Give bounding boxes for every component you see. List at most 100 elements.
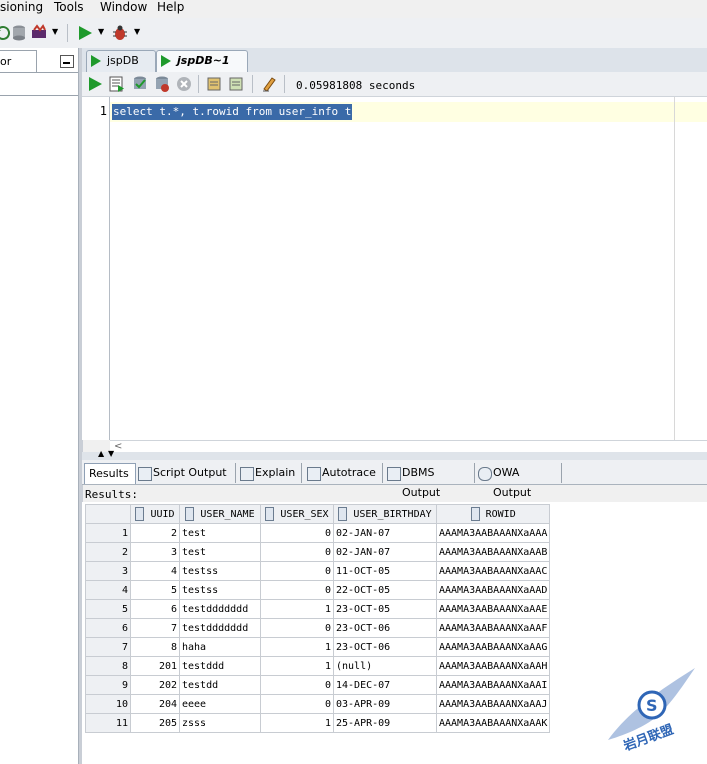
- chevron-down-icon[interactable]: ▼: [52, 27, 58, 36]
- cell-user-birthday[interactable]: 23-OCT-05: [333, 599, 437, 619]
- menu-versioning[interactable]: sioning: [0, 0, 43, 15]
- cell-rowid[interactable]: AAAMA3AABAAANXaAAC: [435, 561, 551, 581]
- cell-user-birthday[interactable]: (null): [333, 656, 437, 676]
- collapse-up-icon[interactable]: ▲: [98, 449, 104, 458]
- cell-user-name[interactable]: haha: [179, 637, 261, 657]
- commit-icon[interactable]: [131, 75, 149, 93]
- tab-script-output[interactable]: Script Output: [135, 463, 236, 483]
- table-row[interactable]: 11 205 zsss 1 25-APR-09 AAAMA3AABAAANXaAAK: [85, 713, 551, 733]
- table-row[interactable]: 9 202 testdd 0 14-DEC-07 AAAMA3AABAAANXaAAI: [85, 675, 551, 695]
- table-row[interactable]: 7 8 haha 1 23-OCT-06 AAAMA3AABAAANXaAAG: [85, 637, 551, 657]
- cancel-icon[interactable]: [175, 75, 193, 93]
- cell-rowid[interactable]: AAAMA3AABAAANXaAAG: [435, 637, 551, 657]
- cell-user-birthday[interactable]: 03-APR-09: [333, 694, 437, 714]
- collapse-down-icon[interactable]: ▼: [108, 449, 114, 458]
- run-statement-icon[interactable]: [86, 75, 104, 93]
- cell-user-name[interactable]: test: [179, 542, 261, 562]
- cell-uuid[interactable]: 204: [130, 694, 180, 714]
- table-row[interactable]: 8 201 testddd 1 (null) AAAMA3AABAAANXaAAH: [85, 656, 551, 676]
- scroll-left-icon[interactable]: <: [114, 441, 122, 452]
- cell-user-birthday[interactable]: 22-OCT-05: [333, 580, 437, 600]
- cell-user-birthday[interactable]: 14-DEC-07: [333, 675, 437, 695]
- left-panel-tab[interactable]: or: [0, 50, 37, 73]
- column-header[interactable]: ROWID: [435, 504, 551, 524]
- cell-uuid[interactable]: 4: [130, 561, 180, 581]
- tab-autotrace[interactable]: Autotrace: [304, 463, 383, 483]
- cell-uuid[interactable]: 5: [130, 580, 180, 600]
- cell-uuid[interactable]: 205: [130, 713, 180, 733]
- tab-jspdb[interactable]: jspDB: [86, 50, 156, 72]
- table-row[interactable]: 2 3 test 0 02-JAN-07 AAAMA3AABAAANXaAAB: [85, 542, 551, 562]
- cell-user-birthday[interactable]: 11-OCT-05: [333, 561, 437, 581]
- cell-user-sex[interactable]: 0: [260, 523, 334, 543]
- explain-plan-icon[interactable]: [228, 75, 246, 93]
- cell-user-name[interactable]: testddddddd: [179, 599, 261, 619]
- debug-bug-icon[interactable]: [111, 24, 129, 42]
- table-row[interactable]: 6 7 testddddddd 0 23-OCT-06 AAAMA3AABAAANXaAA…: [85, 618, 551, 638]
- column-header[interactable]: USER_BIRTHDAY: [333, 504, 437, 524]
- cell-uuid[interactable]: 2: [130, 523, 180, 543]
- run-icon[interactable]: [76, 24, 94, 42]
- tab-jspdb-1[interactable]: jspDB~1: [156, 50, 248, 72]
- run-script-icon[interactable]: [108, 75, 126, 93]
- tab-explain[interactable]: Explain: [237, 463, 302, 483]
- tools-icon[interactable]: [30, 24, 48, 42]
- cell-user-sex[interactable]: 1: [260, 713, 334, 733]
- cell-uuid[interactable]: 8: [130, 637, 180, 657]
- cell-rowid[interactable]: AAAMA3AABAAANXaAAD: [435, 580, 551, 600]
- cell-rowid[interactable]: AAAMA3AABAAANXaAAE: [435, 599, 551, 619]
- chevron-down-icon[interactable]: ▼: [134, 27, 140, 36]
- cell-user-sex[interactable]: 1: [260, 637, 334, 657]
- tab-owa-output[interactable]: OWA Output: [475, 463, 562, 499]
- cell-user-name[interactable]: test: [179, 523, 261, 543]
- cell-user-birthday[interactable]: 02-JAN-07: [333, 542, 437, 562]
- cell-rowid[interactable]: AAAMA3AABAAANXaAAF: [435, 618, 551, 638]
- table-row[interactable]: 10 204 eeee 0 03-APR-09 AAAMA3AABAAANXaAAJ: [85, 694, 551, 714]
- column-header[interactable]: UUID: [130, 504, 180, 524]
- cell-user-birthday[interactable]: 23-OCT-06: [333, 618, 437, 638]
- cell-rowid[interactable]: AAAMA3AABAAANXaAAB: [435, 542, 551, 562]
- cell-user-name[interactable]: testss: [179, 580, 261, 600]
- sql-editor[interactable]: [82, 97, 707, 440]
- cell-user-name[interactable]: testddddddd: [179, 618, 261, 638]
- database-icon[interactable]: [10, 24, 28, 42]
- cell-uuid[interactable]: 202: [130, 675, 180, 695]
- cell-user-sex[interactable]: 0: [260, 618, 334, 638]
- cell-user-sex[interactable]: 0: [260, 694, 334, 714]
- table-row[interactable]: 1 2 test 0 02-JAN-07 AAAMA3AABAAANXaAAA: [85, 523, 551, 543]
- autotrace-icon[interactable]: [206, 75, 224, 93]
- cell-rowid[interactable]: AAAMA3AABAAANXaAAI: [435, 675, 551, 695]
- tab-dbms-output[interactable]: DBMS Output: [384, 463, 475, 499]
- cell-user-birthday[interactable]: 02-JAN-07: [333, 523, 437, 543]
- cell-rowid[interactable]: AAAMA3AABAAANXaAAH: [435, 656, 551, 676]
- cell-uuid[interactable]: 6: [130, 599, 180, 619]
- sql-text-selected[interactable]: select t.*, t.rowid from user_info t: [112, 104, 353, 120]
- table-row[interactable]: 5 6 testddddddd 1 23-OCT-05 AAAMA3AABAAANXaAA…: [85, 599, 551, 619]
- minimize-icon[interactable]: [60, 55, 74, 68]
- cell-user-name[interactable]: testddd: [179, 656, 261, 676]
- cell-user-sex[interactable]: 0: [260, 542, 334, 562]
- cell-user-name[interactable]: zsss: [179, 713, 261, 733]
- results-splitter[interactable]: ▲ ▼: [82, 449, 707, 460]
- cell-user-sex[interactable]: 1: [260, 599, 334, 619]
- cell-user-name[interactable]: eeee: [179, 694, 261, 714]
- cell-user-sex[interactable]: 0: [260, 580, 334, 600]
- clear-eraser-icon[interactable]: [260, 75, 278, 93]
- rollback-icon[interactable]: [153, 75, 171, 93]
- chevron-down-icon[interactable]: ▼: [98, 27, 104, 36]
- cell-user-sex[interactable]: 0: [260, 675, 334, 695]
- column-header[interactable]: USER_SEX: [260, 504, 334, 524]
- menu-window[interactable]: Window: [100, 0, 147, 15]
- cell-user-name[interactable]: testdd: [179, 675, 261, 695]
- cell-uuid[interactable]: 201: [130, 656, 180, 676]
- cell-uuid[interactable]: 7: [130, 618, 180, 638]
- cell-user-sex[interactable]: 0: [260, 561, 334, 581]
- cell-user-sex[interactable]: 1: [260, 656, 334, 676]
- menu-tools[interactable]: Tools: [54, 0, 84, 15]
- cell-rowid[interactable]: AAAMA3AABAAANXaAAA: [435, 523, 551, 543]
- table-row[interactable]: 4 5 testss 0 22-OCT-05 AAAMA3AABAAANXaAAD: [85, 580, 551, 600]
- cell-rowid[interactable]: AAAMA3AABAAANXaAAK: [435, 713, 551, 733]
- tab-results[interactable]: Results: [84, 463, 136, 484]
- cell-user-birthday[interactable]: 23-OCT-06: [333, 637, 437, 657]
- menu-help[interactable]: Help: [157, 0, 184, 15]
